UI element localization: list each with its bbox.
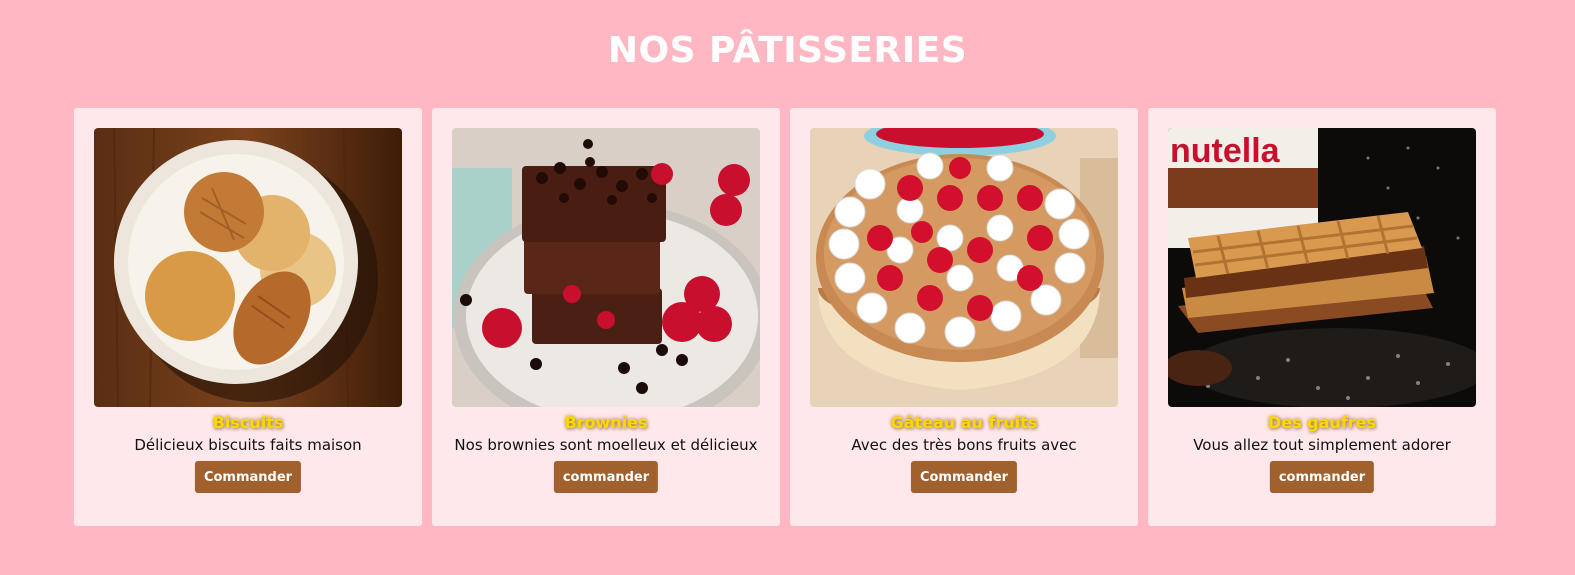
order-button[interactable]: Commander xyxy=(194,461,302,493)
waffles-image: nutella xyxy=(1168,128,1476,407)
product-card-gateau: Gâteau au fruits Avec des très bons frui… xyxy=(790,108,1138,526)
card-title: Biscuits xyxy=(212,413,284,432)
product-card-biscuits: Biscuits Délicieux biscuits faits maison… xyxy=(74,108,422,526)
card-description: Nos brownies sont moelleux et délicieux xyxy=(454,436,758,454)
order-button[interactable]: commander xyxy=(1269,461,1375,493)
product-card-gaufres: nutella Des gaufres Vous allez tout simp… xyxy=(1148,108,1496,526)
fruit-cake-image xyxy=(810,128,1118,407)
card-title: Des gaufres xyxy=(1267,413,1377,432)
card-description: Vous allez tout simplement adorer xyxy=(1193,436,1451,454)
order-button[interactable]: commander xyxy=(553,461,659,493)
nutella-logo-text: nutella xyxy=(1170,132,1281,170)
brownies-image xyxy=(452,128,760,407)
page-title: NOS PÂTISSERIES xyxy=(607,30,968,71)
card-description: Avec des très bons fruits avec xyxy=(851,436,1077,454)
product-grid: Biscuits Délicieux biscuits faits maison… xyxy=(74,108,1496,526)
card-title: Gâteau au fruits xyxy=(890,413,1038,432)
biscuits-image xyxy=(94,128,402,407)
order-button[interactable]: Commander xyxy=(910,461,1018,493)
card-title: Brownies xyxy=(564,413,648,432)
product-card-brownies: Brownies Nos brownies sont moelleux et d… xyxy=(432,108,780,526)
card-description: Délicieux biscuits faits maison xyxy=(134,436,362,454)
